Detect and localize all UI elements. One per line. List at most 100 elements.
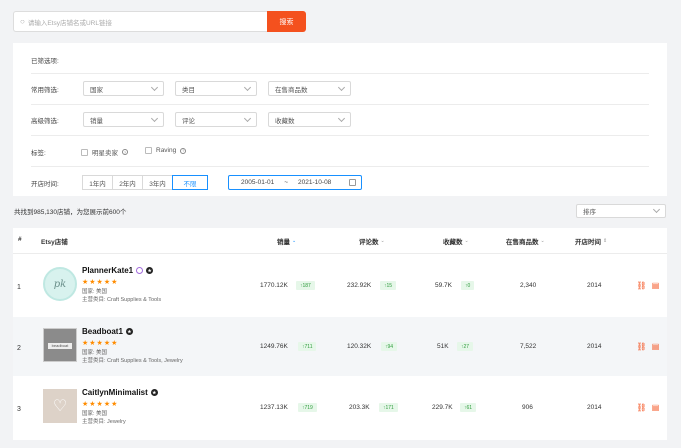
sales-value: 1237.13K bbox=[260, 404, 288, 411]
favorites-value: 59.7K bbox=[435, 282, 452, 289]
sort-select[interactable]: 排序 bbox=[576, 204, 666, 218]
reviews-select[interactable]: 评论 bbox=[175, 112, 257, 127]
checkbox-box[interactable] bbox=[81, 148, 88, 156]
col-sales[interactable]: 销量 ⌄ bbox=[277, 236, 296, 246]
shop-country: 国家: 美国 bbox=[82, 411, 108, 417]
date-range-picker[interactable]: 2005-01-01 ~ 2021-10-08 bbox=[228, 175, 362, 190]
listings-value: 2,340 bbox=[520, 282, 537, 289]
favorites-value: 229.7K bbox=[432, 404, 453, 411]
date-end[interactable]: 2021-10-08 bbox=[298, 179, 331, 186]
link-icon[interactable]: ⛓ bbox=[636, 281, 646, 290]
date-separator: ~ bbox=[284, 179, 289, 186]
shop-category: 主营类目: Craft Supplies & Tools, Jewelry bbox=[82, 358, 183, 364]
star-seller-checkbox[interactable]: 明星卖家? bbox=[81, 147, 128, 157]
table-row[interactable]: 2 beadboat Beadboat1 ★ ★★★★★ 国家: 美国 主营类目:… bbox=[13, 317, 667, 376]
chevron-down-icon bbox=[337, 83, 346, 91]
shop-category: 主营类目: Craft Supplies & Tools bbox=[82, 297, 162, 303]
favorites-growth: ↑0 bbox=[461, 281, 475, 290]
chevron-down-icon bbox=[337, 114, 346, 122]
result-count: 共找到985,130店铺，为您展示前600个 bbox=[14, 209, 127, 216]
logo-mark: pk bbox=[53, 278, 67, 290]
shop-name[interactable]: CaitlynMinimalist ★ bbox=[82, 388, 158, 397]
listings-count-select[interactable]: 在售商品数 bbox=[268, 81, 351, 96]
link-icon[interactable]: ⛓ bbox=[636, 342, 646, 351]
open-time-label: 开店时间: bbox=[31, 181, 59, 188]
heart-icon: ♡ bbox=[52, 398, 68, 415]
search-input[interactable]: ○ 请输入Etsy店铺名或URL链接 bbox=[13, 11, 267, 32]
common-filters-label: 常用筛选: bbox=[31, 87, 59, 94]
col-favorites[interactable]: 收藏数 ⌄ bbox=[443, 236, 469, 246]
logo-text: beadboat bbox=[48, 343, 72, 349]
reviews-value: 203.3K bbox=[349, 404, 370, 411]
link-icon[interactable]: ⛓ bbox=[636, 403, 646, 412]
calendar-icon bbox=[349, 179, 356, 186]
col-rank: # bbox=[18, 236, 22, 243]
star-seller-icon: ★ bbox=[125, 328, 133, 335]
sales-value: 1770.12K bbox=[260, 282, 288, 289]
sort-desc-icon[interactable]: ⌄ bbox=[292, 238, 296, 244]
rating-stars: ★★★★★ bbox=[82, 340, 119, 347]
shop-logo[interactable]: pk bbox=[43, 267, 77, 301]
chevron-down-icon bbox=[243, 83, 252, 91]
divider bbox=[13, 253, 667, 254]
advanced-filters-label: 高级筛选: bbox=[31, 118, 59, 125]
selected-filters-label: 已筛选项: bbox=[31, 58, 59, 65]
col-open-time[interactable]: 开店时间 ⇕ bbox=[575, 236, 607, 246]
date-start[interactable]: 2005-01-01 bbox=[241, 179, 274, 186]
sales-select[interactable]: 销量 bbox=[83, 112, 164, 127]
sort-icon[interactable]: ⌄ bbox=[541, 238, 545, 244]
divider bbox=[31, 104, 649, 105]
shop-country: 国家: 美国 bbox=[82, 350, 108, 356]
raving-checkbox[interactable]: Raving? bbox=[145, 147, 187, 154]
chevron-down-icon bbox=[243, 114, 252, 122]
chevron-down-icon bbox=[150, 114, 159, 122]
chevron-down-icon bbox=[150, 83, 159, 91]
option-1-year[interactable]: 1年内 bbox=[82, 175, 113, 190]
rating-stars: ★★★★★ bbox=[82, 401, 119, 408]
shop-logo[interactable]: beadboat bbox=[43, 328, 77, 362]
country-select[interactable]: 国家 bbox=[83, 81, 164, 96]
rank-number: 2 bbox=[17, 345, 21, 352]
divider bbox=[31, 166, 649, 167]
rating-stars: ★★★★★ bbox=[82, 279, 119, 286]
category-select[interactable]: 类目 bbox=[175, 81, 257, 96]
option-2-years[interactable]: 2年内 bbox=[112, 175, 143, 190]
sales-growth: ↑711 bbox=[298, 342, 317, 351]
checkbox-box[interactable] bbox=[145, 147, 152, 154]
shop-category: 主营类目: Jewelry bbox=[82, 419, 126, 425]
search-button[interactable]: 搜索 bbox=[267, 11, 306, 32]
col-shop: Etsy店铺 bbox=[41, 239, 68, 246]
table-row[interactable]: 3 ♡ CaitlynMinimalist ★ ★★★★★ 国家: 美国 主营类目… bbox=[13, 378, 667, 437]
sort-icon[interactable]: ⌄ bbox=[465, 238, 469, 244]
sales-growth: ↑719 bbox=[298, 403, 317, 412]
table-row[interactable]: 1 pk PlannerKate1 ★ ★★★★★ 国家: 美国 主营类目: Cr… bbox=[13, 256, 667, 315]
rank-number: 3 bbox=[17, 406, 21, 413]
col-listings[interactable]: 在售商品数 ⌄ bbox=[506, 236, 545, 246]
report-icon[interactable]: ▤ bbox=[651, 281, 660, 290]
chevron-down-icon bbox=[652, 205, 661, 214]
open-year: 2014 bbox=[587, 282, 602, 289]
shop-logo[interactable]: ♡ bbox=[43, 389, 77, 423]
report-icon[interactable]: ▤ bbox=[651, 403, 660, 412]
shop-country: 国家: 美国 bbox=[82, 289, 108, 295]
divider bbox=[31, 73, 649, 74]
col-reviews[interactable]: 评论数 ⌄ bbox=[359, 236, 385, 246]
sort-icon[interactable]: ⌄ bbox=[381, 238, 385, 244]
sales-value: 1249.76K bbox=[260, 343, 288, 350]
shop-table: # Etsy店铺 销量 ⌄ 评论数 ⌄ 收藏数 ⌄ 在售商品数 ⌄ 开店时间 ⇕ 1 pk… bbox=[13, 228, 667, 440]
shop-name[interactable]: Beadboat1 ★ bbox=[82, 327, 133, 336]
star-seller-icon: ★ bbox=[150, 389, 158, 396]
sort-icon[interactable]: ⇕ bbox=[603, 238, 607, 244]
favorites-select[interactable]: 收藏数 bbox=[268, 112, 351, 127]
search-icon: ○ bbox=[20, 17, 25, 26]
option-unlimited[interactable]: 不限 bbox=[172, 175, 208, 190]
tags-label: 标签: bbox=[31, 150, 46, 157]
shop-name[interactable]: PlannerKate1 ★ bbox=[82, 266, 154, 275]
listings-value: 906 bbox=[522, 404, 533, 411]
reviews-value: 120.32K bbox=[347, 343, 372, 350]
favorites-growth: ↑27 bbox=[457, 342, 474, 351]
report-icon[interactable]: ▤ bbox=[651, 342, 660, 351]
verified-badge-icon bbox=[136, 267, 144, 274]
star-seller-icon: ★ bbox=[146, 267, 154, 274]
option-3-years[interactable]: 3年内 bbox=[142, 175, 173, 190]
